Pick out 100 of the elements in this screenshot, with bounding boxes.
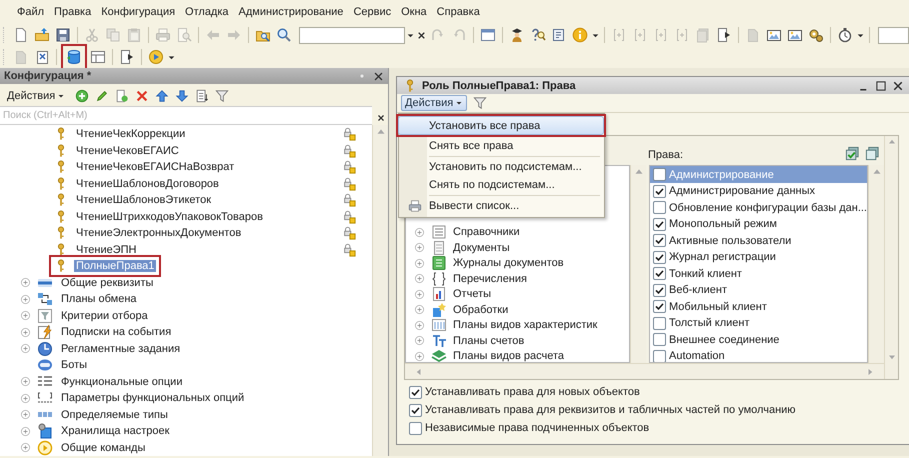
close-icon[interactable] bbox=[892, 80, 904, 92]
expand-icon[interactable] bbox=[20, 310, 31, 322]
check-all-icon[interactable] bbox=[845, 146, 860, 162]
maximize-icon[interactable] bbox=[875, 80, 887, 92]
menu-item[interactable]: Конфигурация bbox=[96, 6, 180, 18]
add-icon[interactable] bbox=[75, 89, 90, 103]
expand-icon[interactable] bbox=[20, 294, 31, 305]
object-item[interactable]: Планы видов расчета bbox=[453, 350, 564, 362]
tree-item[interactable]: Параметры функциональных опций bbox=[59, 392, 246, 404]
object-item[interactable]: Отчеты bbox=[453, 288, 492, 300]
checkbox[interactable]: Администрирование данных bbox=[650, 182, 867, 200]
tree-item[interactable]: ЧтениеШаблоновДоговоров bbox=[74, 178, 221, 190]
checkbox[interactable]: Толстый клиент bbox=[650, 314, 867, 332]
document-arrow-icon[interactable] bbox=[716, 27, 732, 43]
object-item[interactable]: Планы счетов bbox=[453, 334, 524, 347]
gears-icon[interactable] bbox=[808, 27, 824, 43]
menu-item[interactable]: Файл bbox=[12, 6, 50, 18]
database-icon[interactable] bbox=[66, 49, 82, 65]
list-icon[interactable] bbox=[195, 89, 210, 103]
expand-icon[interactable] bbox=[20, 343, 31, 354]
new-document-icon[interactable] bbox=[13, 27, 29, 43]
checkbox[interactable]: Тонкий клиент bbox=[650, 265, 867, 282]
object-item[interactable]: Документы bbox=[453, 242, 510, 254]
tree-item[interactable]: Определяемые типы bbox=[59, 408, 170, 421]
checkbox[interactable]: Журнал регистрации bbox=[650, 248, 867, 266]
tree-item[interactable]: ЧтениеШтрихкодовУпаковокТоваров bbox=[74, 210, 265, 223]
tree-item[interactable]: ЧтениеШаблоновЭтикеток bbox=[74, 194, 214, 206]
expand-icon[interactable] bbox=[20, 392, 31, 404]
tree-item[interactable]: Функциональные опции bbox=[59, 376, 184, 388]
expand-icon[interactable] bbox=[414, 273, 425, 284]
menu-item[interactable]: Окна bbox=[396, 6, 432, 18]
picture-frame-icon[interactable] bbox=[766, 27, 782, 43]
expand-icon[interactable] bbox=[414, 242, 425, 254]
filter-icon[interactable] bbox=[215, 89, 230, 103]
expand-icon[interactable] bbox=[414, 335, 425, 346]
menu-item[interactable]: Снять все права bbox=[399, 137, 604, 155]
menu-item[interactable]: Установить по подсистемам... bbox=[399, 158, 604, 176]
expand-icon[interactable] bbox=[20, 426, 31, 437]
expand-icon[interactable] bbox=[414, 288, 425, 300]
menu-item[interactable]: Вывести список... bbox=[399, 197, 604, 215]
expand-icon[interactable] bbox=[414, 258, 425, 269]
search-field[interactable] bbox=[299, 26, 405, 44]
menu-item[interactable]: Сервис bbox=[348, 6, 396, 18]
close-icon[interactable] bbox=[373, 70, 384, 82]
picture-frame-icon[interactable] bbox=[787, 27, 803, 43]
expand-icon[interactable] bbox=[414, 320, 425, 331]
checkbox[interactable]: Мобильный клиент bbox=[650, 298, 867, 315]
tree-item[interactable]: Общие реквизиты bbox=[59, 276, 156, 289]
object-item[interactable]: Обработки bbox=[453, 304, 508, 316]
expand-icon[interactable] bbox=[20, 277, 31, 288]
question-magnifier-icon[interactable] bbox=[530, 27, 546, 43]
checkbox[interactable]: Веб-клиент bbox=[650, 282, 867, 298]
object-item[interactable]: Справочники bbox=[453, 226, 520, 238]
menu-item[interactable]: Отладка bbox=[180, 6, 234, 18]
actions-button[interactable]: Действия bbox=[401, 95, 468, 111]
up-arrow-icon[interactable] bbox=[155, 89, 170, 103]
add-document-icon[interactable] bbox=[115, 89, 130, 103]
checkbox[interactable]: Независимые права подчиненных объектов bbox=[406, 419, 899, 437]
book-icon[interactable] bbox=[551, 27, 567, 43]
delete-icon[interactable] bbox=[135, 89, 150, 103]
window-icon[interactable] bbox=[480, 27, 496, 43]
document-cross-icon[interactable] bbox=[34, 49, 50, 65]
checkbox[interactable]: Внешнее соединение bbox=[650, 331, 867, 348]
tree-item[interactable]: ЧтениеЧековЕГАИС bbox=[74, 144, 181, 157]
tree-item[interactable]: Общие команды bbox=[59, 442, 148, 454]
menu-item[interactable]: Установить все права bbox=[398, 116, 604, 135]
clear-icon[interactable] bbox=[376, 113, 386, 123]
filter-icon[interactable] bbox=[473, 96, 488, 110]
search-icon[interactable] bbox=[276, 27, 292, 43]
expand-icon[interactable] bbox=[414, 304, 425, 316]
stopwatch-icon[interactable] bbox=[837, 27, 853, 43]
tree-item[interactable]: ЧтениеЧековЕГАИСНаВозврат bbox=[74, 161, 236, 174]
tree-item[interactable]: Регламентные задания bbox=[59, 342, 182, 355]
menu-item[interactable]: Снять по подсистемам... bbox=[399, 176, 604, 194]
clear-icon[interactable] bbox=[416, 30, 427, 40]
expand-icon[interactable] bbox=[414, 226, 425, 238]
expand-icon[interactable] bbox=[20, 442, 31, 454]
object-item[interactable]: Журналы документов bbox=[453, 257, 564, 270]
search-field[interactable] bbox=[878, 26, 909, 44]
checkbox[interactable]: Automation bbox=[650, 348, 867, 362]
tree-item[interactable]: ЧтениеЧекКоррекции bbox=[74, 128, 188, 140]
menu-item[interactable]: Администрирование bbox=[234, 6, 348, 18]
uncheck-all-icon[interactable] bbox=[865, 146, 880, 162]
expand-icon[interactable] bbox=[414, 350, 425, 362]
checkbox[interactable]: Монопольный режим bbox=[650, 216, 867, 232]
object-item[interactable]: Планы видов характеристик bbox=[453, 319, 598, 332]
expand-icon[interactable] bbox=[20, 326, 31, 338]
tree-item[interactable]: Хранилища настроек bbox=[59, 425, 172, 438]
tree-item[interactable]: ЧтениеЭлектронныхДокументов bbox=[74, 227, 244, 240]
pencil-icon[interactable] bbox=[95, 89, 110, 103]
menu-item[interactable]: Правка bbox=[49, 6, 96, 18]
object-item[interactable]: Перечисления bbox=[453, 272, 527, 285]
checkbox[interactable]: Активные пользователи bbox=[650, 232, 867, 249]
tree-item[interactable]: Боты bbox=[59, 359, 90, 372]
checkbox[interactable]: Устанавливать права для новых объектов bbox=[406, 383, 899, 401]
expand-icon[interactable] bbox=[20, 409, 31, 420]
checkbox[interactable]: Устанавливать права для реквизитов и табличных частей по умолчанию bbox=[406, 401, 899, 419]
tree-item[interactable]: Планы обмена bbox=[59, 293, 139, 306]
checkbox[interactable]: Обновление конфигурации базы дан... bbox=[650, 199, 867, 216]
down-arrow-icon[interactable] bbox=[175, 89, 190, 103]
